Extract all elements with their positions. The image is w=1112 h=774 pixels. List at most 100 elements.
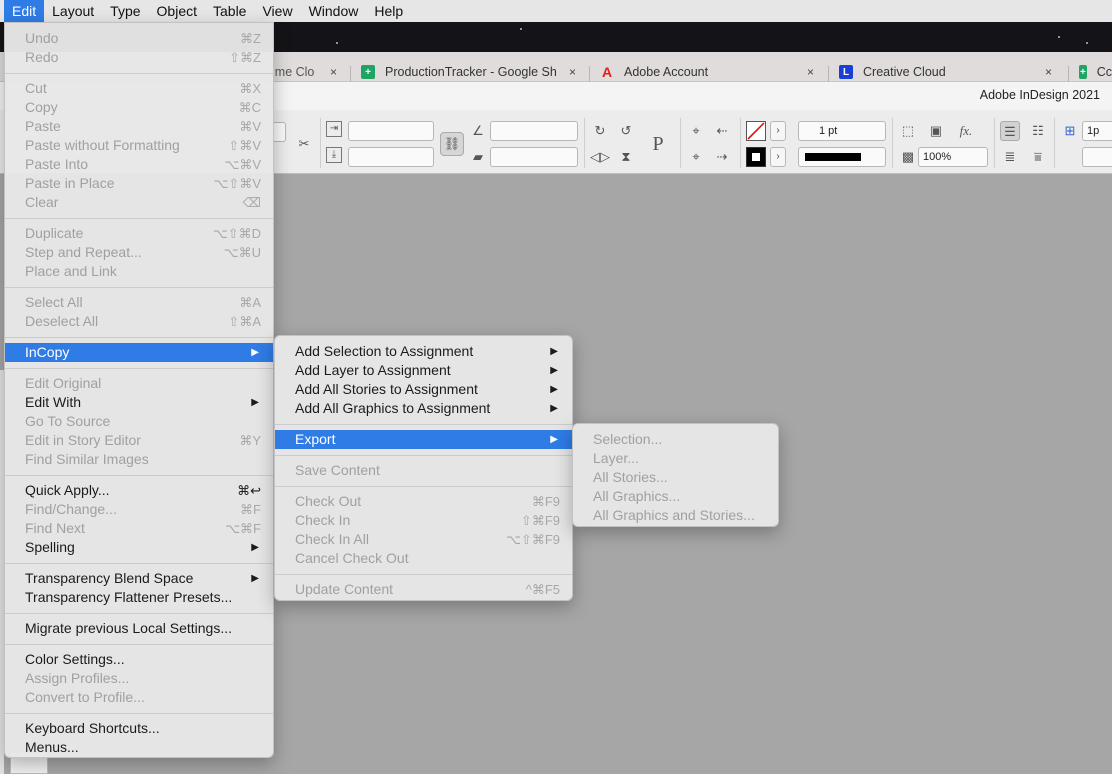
divider: [680, 118, 681, 168]
menubar-item-object[interactable]: Object: [149, 0, 205, 22]
menu-item-cancel-check-out: Cancel Check Out: [275, 549, 572, 568]
menu-item-label: Paste in Place: [25, 175, 115, 191]
gap-field[interactable]: 1p: [1082, 121, 1112, 141]
menubar-item-type[interactable]: Type: [102, 0, 148, 22]
menu-separator: [275, 449, 572, 461]
width-field[interactable]: [348, 121, 434, 141]
menu-item-spelling[interactable]: Spelling ▶: [5, 538, 273, 557]
menu-item-shortcut: ⌫: [242, 195, 261, 210]
menu-item-label: Step and Repeat...: [25, 244, 142, 260]
menubar-item-table[interactable]: Table: [205, 0, 254, 22]
menu-item-color-settings[interactable]: Color Settings...: [5, 650, 273, 669]
unlink-icon[interactable]: ✂: [294, 134, 314, 154]
text-align-icon[interactable]: ☰: [1000, 121, 1020, 141]
rotate-counterclockwise-icon[interactable]: ↺: [616, 121, 636, 141]
shear-field[interactable]: [490, 147, 578, 167]
flip-horizontal-icon[interactable]: ◁▷: [590, 147, 610, 167]
select-content-icon[interactable]: ⌖: [686, 147, 706, 167]
menu-item-all-graphics-and-stories: All Graphics and Stories...: [573, 506, 778, 525]
menu-item-copy: Copy ⌘C: [5, 98, 273, 117]
rotate-clockwise-icon[interactable]: ↻: [590, 121, 610, 141]
menu-item-add-all-stories-to-assignment[interactable]: Add All Stories to Assignment ▶: [275, 380, 572, 399]
menu-item-label: Paste Into: [25, 156, 89, 172]
stroke-type-select[interactable]: [798, 147, 886, 167]
paragraph-frame-icon[interactable]: P: [646, 130, 670, 158]
fill-none-icon[interactable]: [746, 121, 766, 141]
stroke-dropdown-icon[interactable]: ›: [770, 147, 786, 167]
auto-fit-icon[interactable]: ⊞: [1060, 121, 1080, 141]
menu-item-transparency-flattener-presets[interactable]: Transparency Flattener Presets...: [5, 588, 273, 607]
tab-divider: [828, 66, 829, 82]
browser-tab[interactable]: ime Clo ×: [272, 62, 350, 82]
menu-item-label: Edit With: [25, 394, 82, 410]
menu-item-shortcut: ⇧⌘F9: [520, 513, 560, 528]
menubar-item-edit[interactable]: Edit: [4, 0, 45, 22]
opacity-field[interactable]: 100%: [918, 147, 988, 167]
stroke-swatch-icon[interactable]: [746, 147, 766, 167]
text-wrap-icon[interactable]: ☷: [1028, 121, 1048, 141]
menu-item-add-selection-to-assignment[interactable]: Add Selection to Assignment ▶: [275, 342, 572, 361]
menu-item-transparency-blend-space[interactable]: Transparency Blend Space ▶: [5, 569, 273, 588]
menu-item-migrate-previous-local-settings[interactable]: Migrate previous Local Settings...: [5, 619, 273, 638]
stroke-weight-field[interactable]: 1 pt: [798, 121, 886, 141]
tab-title: Cc: [1096, 65, 1112, 79]
menu-item-edit-with[interactable]: Edit With ▶: [5, 393, 273, 412]
flip-vertical-icon[interactable]: ⧗: [616, 147, 636, 167]
menu-item-step-and-repeat: Step and Repeat... ⌥⌘U: [5, 243, 273, 262]
browser-tab[interactable]: + ProductionTracker - Google Sh ×: [361, 62, 589, 82]
select-container-icon[interactable]: ⌖: [686, 121, 706, 141]
frame-fitting-icon[interactable]: ⬚: [898, 121, 918, 141]
browser-tab[interactable]: A Adobe Account ×: [600, 62, 820, 82]
menubar-item-window[interactable]: Window: [301, 0, 367, 22]
menu-item-menus[interactable]: Menus...: [5, 738, 273, 757]
app-title: Adobe InDesign 2021: [979, 88, 1100, 102]
tab-divider: [1068, 66, 1069, 82]
opacity-icon: ▩: [901, 149, 915, 164]
tab-close-icon[interactable]: ×: [330, 65, 337, 79]
tab-close-icon[interactable]: ×: [569, 65, 576, 79]
menu-item-label: Edit in Story Editor: [25, 432, 141, 448]
menu-item-shortcut: ⌘F: [240, 502, 261, 517]
browser-tab[interactable]: L Creative Cloud ×: [839, 62, 1059, 82]
tab-title: ProductionTracker - Google Sh: [385, 65, 557, 79]
menu-item-label: Migrate previous Local Settings...: [25, 620, 232, 636]
fill-dropdown-icon[interactable]: ›: [770, 121, 786, 141]
menu-item-add-layer-to-assignment[interactable]: Add Layer to Assignment ▶: [275, 361, 572, 380]
menu-item-export[interactable]: Export ▶: [275, 430, 572, 449]
menu-item-label: Add Selection to Assignment: [295, 343, 474, 359]
menu-item-label: Menus...: [25, 739, 79, 755]
menu-item-clear: Clear ⌫: [5, 193, 273, 212]
menu-item-shortcut: ⇧⌘A: [228, 314, 261, 329]
select-previous-icon[interactable]: ⇠: [712, 121, 732, 141]
menu-item-label: Find Similar Images: [25, 451, 149, 467]
tab-close-icon[interactable]: ×: [807, 65, 814, 79]
menu-item-quick-apply[interactable]: Quick Apply... ⌘↩: [5, 481, 273, 500]
gap-field-2[interactable]: [1082, 147, 1112, 167]
menubar-item-view[interactable]: View: [254, 0, 300, 22]
menu-item-update-content: Update Content ^⌘F5: [275, 580, 572, 599]
menu-item-add-all-graphics-to-assignment[interactable]: Add All Graphics to Assignment ▶: [275, 399, 572, 418]
menu-item-label: Convert to Profile...: [25, 689, 145, 705]
height-field[interactable]: [348, 147, 434, 167]
menu-item-label: Check In: [295, 512, 351, 528]
rotation-field[interactable]: [490, 121, 578, 141]
browser-tab[interactable]: + Cc: [1079, 62, 1112, 82]
constrain-proportions-icon[interactable]: ⛓: [440, 132, 464, 156]
menu-item-paste-in-place: Paste in Place ⌥⇧⌘V: [5, 174, 273, 193]
drop-shadow-icon[interactable]: ▣: [926, 121, 946, 141]
menu-item-incopy[interactable]: InCopy ▶: [5, 343, 273, 362]
effects-fx-icon[interactable]: fx.: [956, 121, 976, 141]
menu-item-undo: Undo ⌘Z: [5, 29, 273, 48]
menu-item-keyboard-shortcuts[interactable]: Keyboard Shortcuts...: [5, 719, 273, 738]
align-center-icon[interactable]: ≣: [1000, 147, 1020, 167]
menu-item-label: All Graphics and Stories...: [593, 507, 755, 523]
menu-item-shortcut: ⇧⌘V: [228, 138, 261, 153]
menu-item-label: Check In All: [295, 531, 369, 547]
stroke-weight-value: 1 pt: [819, 125, 838, 137]
tab-close-icon[interactable]: ×: [1045, 65, 1052, 79]
divider: [584, 118, 585, 168]
select-next-icon[interactable]: ⇢: [712, 147, 732, 167]
menubar-item-layout[interactable]: Layout: [44, 0, 102, 22]
menubar-item-help[interactable]: Help: [366, 0, 411, 22]
align-bottom-icon[interactable]: ⩸: [1028, 147, 1048, 167]
